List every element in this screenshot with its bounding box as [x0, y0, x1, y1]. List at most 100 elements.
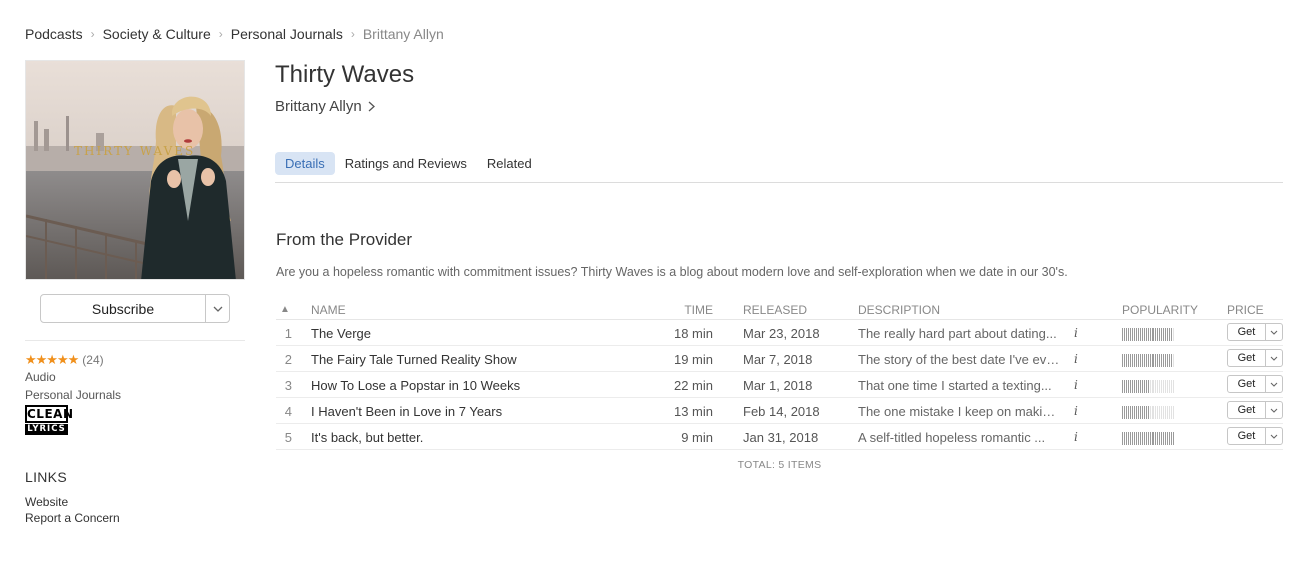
chevron-down-icon: [1270, 434, 1278, 439]
price-cell: Get: [1227, 401, 1283, 419]
report-concern-link[interactable]: Report a Concern: [25, 511, 120, 525]
get-menu-button[interactable]: [1265, 428, 1282, 444]
episode-number: 2: [284, 352, 292, 367]
episode-released: Mar 7, 2018: [743, 352, 813, 367]
rating-count: (24): [82, 353, 104, 367]
info-icon[interactable]: i: [1074, 378, 1078, 392]
artist-link[interactable]: Brittany Allyn: [275, 98, 375, 115]
get-menu-button[interactable]: [1265, 402, 1282, 418]
header-time[interactable]: TIME: [656, 303, 713, 317]
table-row[interactable]: 5 It's back, but better. 9 min Jan 31, 2018…: [276, 424, 1283, 450]
episodes-table: ▲ NAME TIME RELEASED DESCRIPTION POPULAR…: [276, 300, 1283, 450]
get-control: Get: [1227, 375, 1283, 393]
tabs-divider: [275, 182, 1283, 183]
links-heading: LINKS: [25, 469, 67, 485]
price-cell: Get: [1227, 375, 1283, 393]
popularity-meter: [1122, 406, 1174, 419]
episode-time: 22 min: [673, 378, 713, 393]
tab-related[interactable]: Related: [477, 152, 542, 175]
get-button[interactable]: Get: [1228, 324, 1265, 340]
tab-ratings-and-reviews[interactable]: Ratings and Reviews: [335, 152, 477, 175]
episode-released: Mar 23, 2018: [743, 326, 820, 341]
breadcrumb-podcasts[interactable]: Podcasts: [25, 26, 83, 42]
breadcrumb: Podcasts › Society & Culture › Personal …: [25, 26, 444, 42]
svg-text:THIRTY WAVES: THIRTY WAVES: [74, 144, 195, 158]
episode-description: The story of the best date I've ever...: [858, 352, 1060, 367]
episode-released: Mar 1, 2018: [743, 378, 813, 393]
episode-time: 13 min: [673, 404, 713, 419]
breadcrumb-separator-icon: ›: [218, 27, 223, 41]
header-released[interactable]: RELEASED: [743, 303, 807, 317]
episode-description: The really hard part about dating...: [858, 326, 1057, 341]
chevron-down-icon: [1270, 382, 1278, 387]
episode-name[interactable]: I Haven't Been in Love in 7 Years: [311, 404, 502, 419]
get-menu-button[interactable]: [1265, 324, 1282, 340]
website-link[interactable]: Website: [25, 495, 68, 509]
chevron-down-icon: [1270, 356, 1278, 361]
header-price[interactable]: PRICE: [1227, 303, 1264, 317]
episode-name[interactable]: The Verge: [311, 326, 371, 341]
chevron-down-icon: [213, 306, 222, 312]
podcast-artwork[interactable]: THIRTY WAVES: [25, 60, 245, 280]
breadcrumb-separator-icon: ›: [350, 27, 355, 41]
get-button[interactable]: Get: [1228, 428, 1265, 444]
table-body: 1 The Verge 18 min Mar 23, 2018 The really h…: [276, 320, 1283, 450]
provider-description: Are you a hopeless romantic with commitm…: [276, 265, 1068, 279]
episode-time: 9 min: [681, 430, 713, 445]
header-name[interactable]: NAME: [311, 303, 346, 317]
tab-bar: Details Ratings and Reviews Related: [275, 152, 542, 175]
section-title: From the Provider: [276, 230, 413, 249]
episode-time: 18 min: [673, 326, 713, 341]
episode-number: 4: [284, 404, 292, 419]
episode-number: 1: [284, 326, 292, 341]
breadcrumb-personal-journals[interactable]: Personal Journals: [231, 26, 343, 42]
get-control: Get: [1227, 401, 1283, 419]
header-popularity[interactable]: POPULARITY: [1122, 303, 1198, 317]
episode-released: Feb 14, 2018: [743, 404, 820, 419]
get-button[interactable]: Get: [1228, 402, 1265, 418]
popularity-meter: [1122, 380, 1174, 393]
popularity-meter: [1122, 328, 1174, 341]
table-row[interactable]: 4 I Haven't Been in Love in 7 Years 13 min…: [276, 398, 1283, 424]
tab-details[interactable]: Details: [275, 152, 335, 175]
breadcrumb-society-culture[interactable]: Society & Culture: [103, 26, 211, 42]
badge-line-lyrics: LYRICS: [25, 424, 68, 435]
clean-lyrics-badge: CLEAN LYRICS: [25, 405, 73, 435]
get-menu-button[interactable]: [1265, 376, 1282, 392]
episode-name[interactable]: It's back, but better.: [311, 430, 423, 445]
table-row[interactable]: 1 The Verge 18 min Mar 23, 2018 The really h…: [276, 320, 1283, 346]
episode-time: 19 min: [673, 352, 713, 367]
episode-name[interactable]: The Fairy Tale Turned Reality Show: [311, 352, 517, 367]
chevron-down-icon: [1270, 408, 1278, 413]
get-button[interactable]: Get: [1228, 376, 1265, 392]
episode-description: The one mistake I keep on making...: [858, 404, 1060, 419]
subscribe-button[interactable]: Subscribe: [41, 295, 205, 322]
page-title: Thirty Waves: [275, 61, 415, 88]
info-icon[interactable]: i: [1074, 404, 1078, 418]
table-row[interactable]: 2 The Fairy Tale Turned Reality Show 19 mi…: [276, 346, 1283, 372]
get-menu-button[interactable]: [1265, 350, 1282, 366]
episode-number: 3: [284, 378, 292, 393]
subscribe-control: Subscribe: [40, 294, 230, 323]
get-control: Get: [1227, 323, 1283, 341]
left-divider: [25, 340, 245, 341]
table-header: ▲ NAME TIME RELEASED DESCRIPTION POPULAR…: [276, 300, 1283, 320]
info-icon[interactable]: i: [1074, 352, 1078, 366]
episode-number: 5: [284, 430, 292, 445]
episode-description: That one time I started a texting...: [858, 378, 1052, 393]
breadcrumb-separator-icon: ›: [90, 27, 95, 41]
table-row[interactable]: 3 How To Lose a Popstar in 10 Weeks 22 min…: [276, 372, 1283, 398]
header-description[interactable]: DESCRIPTION: [858, 303, 940, 317]
sort-ascending-icon[interactable]: ▲: [280, 304, 290, 315]
total-items: TOTAL: 5 ITEMS: [737, 459, 822, 471]
info-icon[interactable]: i: [1074, 326, 1078, 340]
episode-released: Jan 31, 2018: [743, 430, 819, 445]
chevron-down-icon: [1270, 330, 1278, 335]
rating-stars-icon: ★★★★★: [25, 352, 79, 367]
info-icon[interactable]: i: [1074, 430, 1078, 444]
episode-description: A self-titled hopeless romantic ...: [858, 430, 1046, 445]
chevron-right-icon: [368, 101, 375, 112]
get-button[interactable]: Get: [1228, 350, 1265, 366]
episode-name[interactable]: How To Lose a Popstar in 10 Weeks: [311, 378, 520, 393]
subscribe-menu-button[interactable]: [205, 295, 229, 322]
